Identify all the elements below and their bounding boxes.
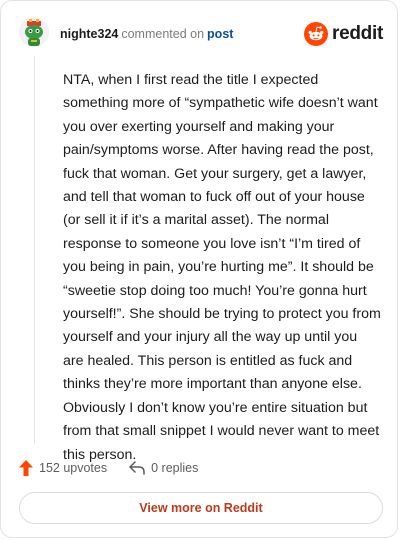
- reply-count: 0 replies: [151, 461, 199, 475]
- view-more-button[interactable]: View more on Reddit: [19, 492, 383, 524]
- comment-header: nighte324 commented on post reddit: [19, 15, 383, 51]
- upvote-button[interactable]: 152 upvotes: [19, 460, 107, 476]
- thread-line: [34, 56, 35, 444]
- comment-action-text: commented on: [121, 27, 205, 41]
- comment-body: NTA, when I first read the title I expec…: [63, 72, 381, 463]
- upvote-count: 152 upvotes: [39, 461, 108, 475]
- username[interactable]: nighte324: [60, 27, 118, 41]
- reply-arrow-icon: [129, 461, 145, 475]
- post-link[interactable]: post: [207, 27, 233, 41]
- comment-actions: 152 upvotes 0 replies: [19, 457, 220, 479]
- comment-meta: nighte324 commented on post: [60, 27, 233, 41]
- upvote-arrow-icon: [19, 460, 33, 476]
- reddit-wordmark: reddit: [332, 23, 383, 44]
- replies-button[interactable]: 0 replies: [129, 461, 198, 475]
- reddit-brand[interactable]: reddit: [304, 21, 383, 47]
- user-avatar[interactable]: [19, 17, 49, 47]
- snoo-avatar-icon: [19, 17, 49, 47]
- comment-card: nighte324 commented on post reddit NTA, wh…: [0, 0, 398, 538]
- reddit-logo-icon: [304, 22, 329, 46]
